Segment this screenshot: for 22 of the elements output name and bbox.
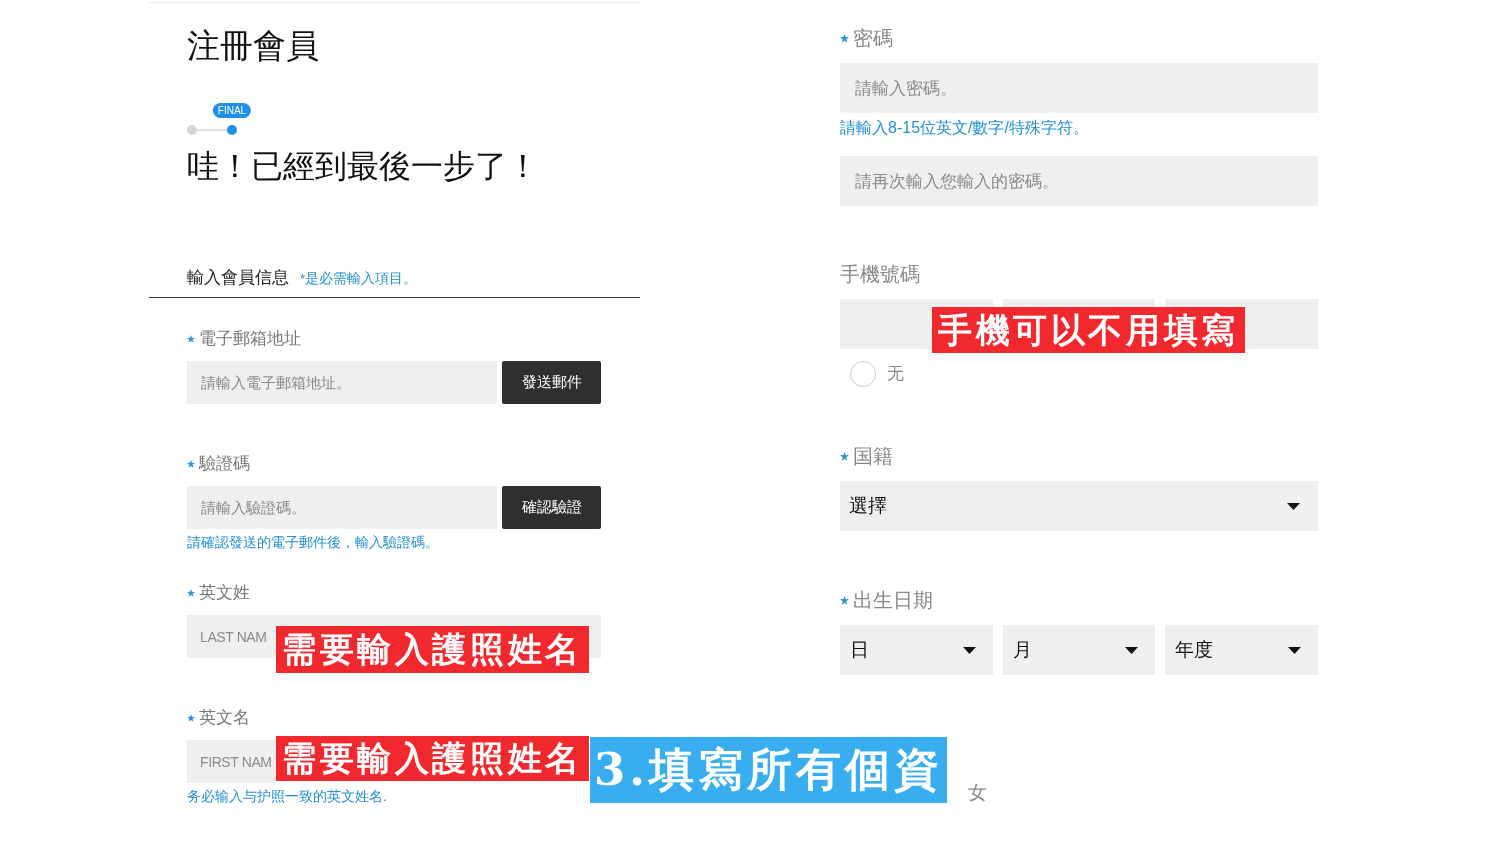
step-badge: FINAL <box>212 103 252 118</box>
field-label: 手機號碼 <box>840 262 920 286</box>
field-label: 英文姓 <box>199 582 250 604</box>
help-text: 請輸入8-15位英文/數字/特殊字符。 <box>840 118 1089 138</box>
field-label: 出生日期 <box>853 588 933 612</box>
radio-label: 女 <box>968 782 987 805</box>
caption-label: 3.填寫所有個資 <box>590 737 947 803</box>
step-heading: 哇！已經到最後一步了！ <box>187 147 539 186</box>
field-label: 英文名 <box>199 707 250 729</box>
caption-label: 需要輸入護照姓名 <box>276 736 589 781</box>
caption-label: 需要輸入護照姓名 <box>276 626 589 673</box>
section-title: 輸入會員信息 <box>187 267 289 289</box>
required-note: *是必需輸入項目。 <box>300 270 418 288</box>
caption-label: 手機可以不用填寫 <box>932 307 1245 353</box>
field-label: 密碼 <box>853 26 893 50</box>
field-label: 国籍 <box>853 444 893 468</box>
field-label: 驗證碼 <box>199 453 250 475</box>
page-title: 注冊會員 <box>187 26 319 66</box>
help-text: 請確認發送的電子郵件後，輸入驗證碼。 <box>187 533 439 551</box>
radio-label: 无 <box>887 363 904 385</box>
field-label: 電子郵箱地址 <box>199 328 301 350</box>
help-text: 务必输入与护照一致的英文姓名. <box>187 787 387 805</box>
